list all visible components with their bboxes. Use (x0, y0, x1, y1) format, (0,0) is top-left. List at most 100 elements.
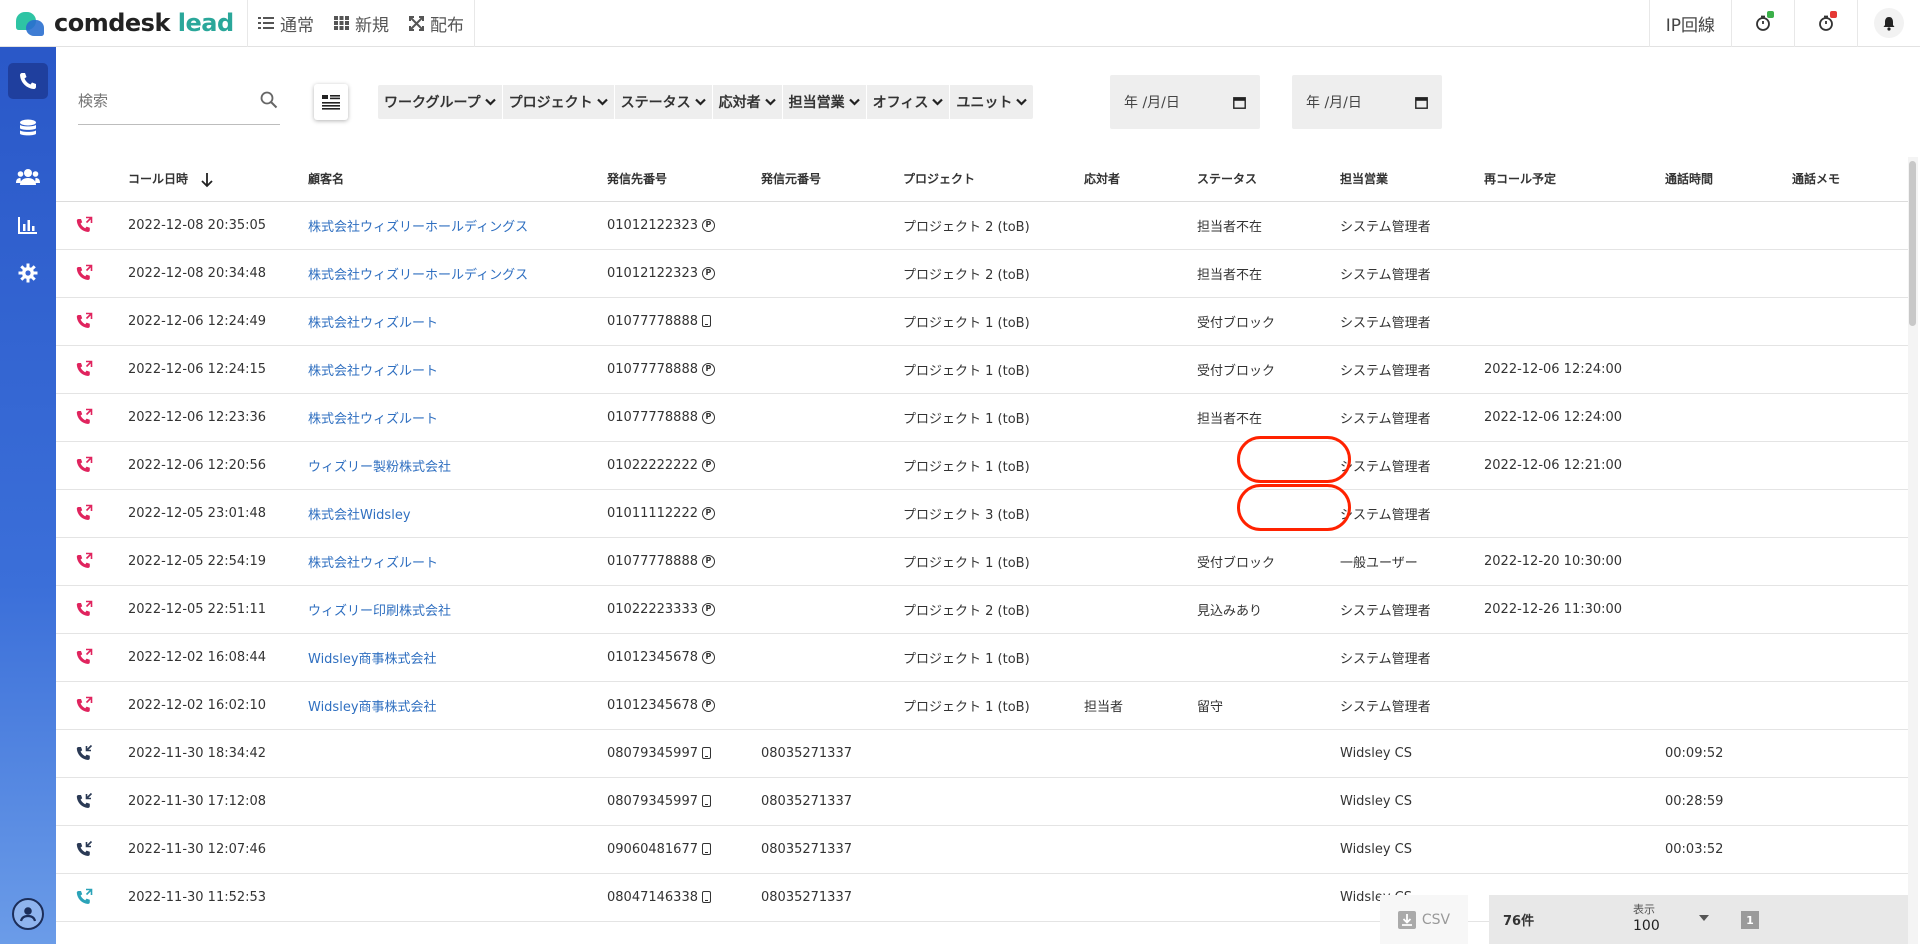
table-row[interactable]: 2022-12-02 16:08:44 Widsley商事株式会社 01012345… (56, 633, 1910, 682)
table-row[interactable]: 2022-12-08 20:34:48 株式会社ウィズリーホールディングス 0101… (56, 249, 1910, 298)
logo[interactable]: comdesk lead (0, 0, 248, 47)
source-number-cell (761, 537, 903, 586)
customer-name-link[interactable]: 株式会社ウィズルート (308, 537, 607, 586)
filter-dropdown[interactable]: プロジェクト (503, 85, 615, 119)
status-timer-green[interactable] (1731, 0, 1794, 47)
column-header-label: プロジェクト (903, 172, 976, 187)
call-memo-cell (1792, 825, 1910, 874)
table-row[interactable]: 2022-12-05 22:54:19 株式会社ウィズルート 01077778888… (56, 537, 1910, 586)
call-datetime-cell: 2022-12-02 16:08:44 (128, 633, 308, 682)
filter-dropdown[interactable]: 応対者 (713, 85, 783, 119)
status-badge-red (1830, 11, 1837, 18)
sidebar-item-analytics[interactable] (0, 201, 56, 249)
filter-dropdown[interactable]: オフィス (867, 85, 951, 119)
customer-name-link[interactable]: 株式会社Widsley (308, 489, 607, 538)
nav-new[interactable]: 新規 (324, 0, 399, 47)
ip-line-button[interactable]: IP回線 (1648, 0, 1731, 47)
customer-name-link[interactable]: ウィズリー製粉株式会社 (308, 441, 607, 490)
column-header[interactable]: コール日時 (128, 157, 308, 202)
customer-name-link[interactable]: 株式会社ウィズリーホールディングス (308, 249, 607, 298)
pagination: 76件 表示 100 1 (1489, 895, 1908, 944)
customer-name-link[interactable]: Widsley商事株式会社 (308, 681, 607, 730)
phone-number-text: 01077778888 (607, 409, 698, 425)
sales-rep-cell: システム管理者 (1340, 201, 1484, 250)
status-timer-red[interactable] (1794, 0, 1857, 47)
filter-dropdown[interactable]: ステータス (615, 85, 713, 119)
project-cell (903, 729, 1084, 778)
bell-icon (1883, 16, 1895, 31)
filter-dropdown[interactable]: ワークグループ (378, 85, 503, 119)
source-number-cell (761, 201, 903, 250)
table-row[interactable]: 2022-12-08 20:35:05 株式会社ウィズリーホールディングス 0101… (56, 201, 1910, 250)
csv-download-button[interactable]: CSV (1380, 895, 1468, 944)
filter-dropdown[interactable]: ユニット (950, 85, 1033, 119)
page-button-1[interactable]: 1 (1741, 911, 1759, 929)
table-row[interactable]: 2022-12-05 23:01:48 株式会社Widsley 0101111222… (56, 489, 1910, 538)
responder-cell (1084, 489, 1197, 538)
table-row[interactable]: 2022-12-06 12:24:15 株式会社ウィズルート 01077778888… (56, 345, 1910, 394)
table-row[interactable]: 2022-11-30 12:07:46 09060481677 0803527133… (56, 825, 1910, 874)
table-row[interactable]: 2022-11-30 18:34:42 08079345997 0803527133… (56, 729, 1910, 778)
per-page-select[interactable]: 表示 100 (1633, 901, 1660, 934)
table-row[interactable]: 2022-12-06 12:23:36 株式会社ウィズルート 01077778888… (56, 393, 1910, 442)
call-duration-cell (1665, 393, 1792, 442)
mobile-phone-icon (701, 843, 711, 855)
table-row[interactable]: 2022-12-06 12:24:49 株式会社ウィズルート 01077778888… (56, 297, 1910, 346)
notification-button[interactable] (1857, 0, 1920, 47)
customer-name-link[interactable]: 株式会社ウィズルート (308, 345, 607, 394)
sidebar-item-database[interactable] (0, 105, 56, 153)
table-row[interactable]: 2022-11-30 17:12:08 08079345997 0803527133… (56, 777, 1910, 826)
column-header: 顧客名 (308, 157, 607, 202)
phone-number-text: 01022222222 (607, 457, 698, 473)
call-datetime-cell: 2022-12-06 12:24:49 (128, 297, 308, 346)
project-cell: プロジェクト 3 (toB) (903, 489, 1084, 538)
customer-name-link[interactable]: 株式会社ウィズルート (308, 393, 607, 442)
call-type-cell (56, 681, 128, 730)
call-memo-cell (1792, 537, 1910, 586)
date-to-input[interactable]: 年 /月/日 (1292, 75, 1442, 129)
customer-name-link[interactable]: 株式会社ウィズリーホールディングス (308, 201, 607, 250)
chevron-down-icon (484, 98, 496, 106)
project-cell (903, 825, 1084, 874)
search-icon[interactable] (260, 91, 278, 109)
account-button[interactable] (12, 898, 44, 930)
distribute-icon (409, 15, 424, 31)
destination-number-cell: 01011112222 P (607, 489, 761, 538)
table-scrollbar[interactable] (1908, 157, 1918, 944)
chevron-down-icon[interactable] (1699, 915, 1709, 921)
phone-number-text: 01022223333 (607, 601, 698, 617)
calendar-icon[interactable] (1415, 96, 1428, 109)
landline-p-icon: P (701, 554, 715, 568)
column-header: 担当営業 (1340, 157, 1484, 202)
date-from-input[interactable]: 年 /月/日 (1110, 75, 1260, 129)
column-header-label: 発信元番号 (761, 172, 822, 187)
search-input[interactable] (78, 81, 248, 121)
table-row[interactable]: 2022-12-02 16:02:10 Widsley商事株式会社 01012345… (56, 681, 1910, 730)
filter-bar: ワークグループ プロジェクト ステータス 応対者 担当営業 オフィス ユニット 年 /月/日… (56, 47, 1910, 157)
search-box (78, 81, 280, 125)
view-toggle-button[interactable] (314, 84, 348, 120)
sidebar-item-settings[interactable] (0, 249, 56, 297)
responder-cell (1084, 297, 1197, 346)
mobile-phone-icon (701, 891, 711, 903)
column-header: 応対者 (1084, 157, 1197, 202)
phone-number-text: 09060481677 (607, 841, 698, 857)
source-number-cell: 08035271337 (761, 777, 903, 826)
customer-name-link[interactable]: Widsley商事株式会社 (308, 633, 607, 682)
per-page-label: 表示 (1633, 903, 1655, 916)
phone-number-text: 01077778888 (607, 313, 698, 329)
nav-distribute[interactable]: 配布 (399, 0, 475, 47)
recall-schedule-cell (1484, 489, 1665, 538)
filter-dropdown[interactable]: 担当営業 (783, 85, 867, 119)
sort-arrow-down-icon[interactable] (200, 172, 214, 188)
customer-name-link[interactable]: 株式会社ウィズルート (308, 297, 607, 346)
nav-normal[interactable]: 通常 (248, 0, 324, 47)
customer-name-link[interactable]: ウィズリー印刷株式会社 (308, 585, 607, 634)
project-cell: プロジェクト 1 (toB) (903, 441, 1084, 490)
sidebar-item-phone[interactable] (0, 57, 56, 105)
table-row[interactable]: 2022-12-05 22:51:11 ウィズリー印刷株式会社 0102222333… (56, 585, 1910, 634)
sidebar-item-users[interactable] (0, 153, 56, 201)
scroll-thumb[interactable] (1909, 161, 1916, 326)
calendar-icon[interactable] (1233, 96, 1246, 109)
table-row[interactable]: 2022-12-06 12:20:56 ウィズリー製粉株式会社 0102222222… (56, 441, 1910, 490)
